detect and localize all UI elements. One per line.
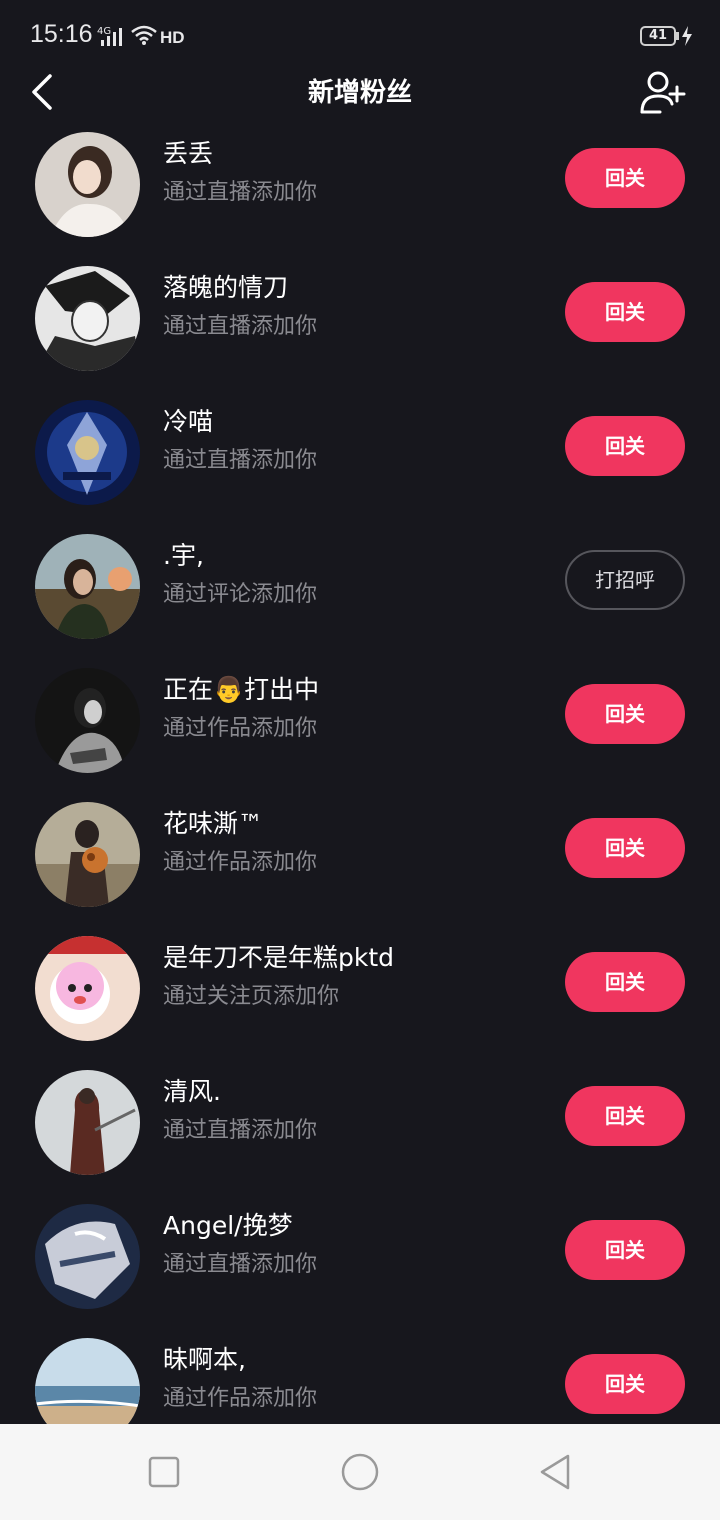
avatar[interactable] bbox=[35, 802, 140, 907]
signal-icon bbox=[101, 28, 122, 46]
fan-source: 通过直播添加你 bbox=[163, 180, 318, 205]
fan-source: 通过直播添加你 bbox=[163, 448, 318, 473]
fan-name: 丢丢 bbox=[163, 139, 214, 168]
fan-source: 通过直播添加你 bbox=[163, 314, 318, 339]
follow-back-button[interactable]: 回关 bbox=[565, 148, 685, 208]
avatar[interactable] bbox=[35, 1070, 140, 1175]
hd-label: HD bbox=[160, 28, 185, 47]
greet-button[interactable]: 打招呼 bbox=[565, 550, 685, 610]
list-item[interactable]: 正在👨打出中 通过作品添加你 回关 bbox=[0, 656, 720, 790]
follow-back-button[interactable]: 回关 bbox=[565, 952, 685, 1012]
avatar[interactable] bbox=[35, 668, 140, 773]
avatar[interactable] bbox=[35, 266, 140, 371]
avatar[interactable] bbox=[35, 534, 140, 639]
battery-tip bbox=[676, 32, 679, 40]
fan-name: Angel/挽梦 bbox=[163, 1211, 293, 1240]
list-item[interactable]: 丢丢 通过直播添加你 回关 bbox=[0, 120, 720, 254]
circle-home-icon[interactable] bbox=[340, 1452, 380, 1492]
list-item[interactable]: 冷喵 通过直播添加你 回关 bbox=[0, 388, 720, 522]
fan-source: 通过关注页添加你 bbox=[163, 984, 340, 1009]
fan-name: 昧啊本, bbox=[163, 1345, 246, 1374]
header: 新增粉丝 bbox=[0, 60, 720, 122]
list-item[interactable]: 落魄的情刀 通过直播添加你 回关 bbox=[0, 254, 720, 388]
fan-name: 冷喵 bbox=[163, 407, 214, 436]
fan-name: 正在👨打出中 bbox=[163, 675, 320, 704]
follow-back-button[interactable]: 回关 bbox=[565, 1354, 685, 1414]
fan-source: 通过直播添加你 bbox=[163, 1118, 318, 1143]
fan-name: 清风. bbox=[163, 1077, 221, 1106]
list-item[interactable]: 昧啊本, 通过作品添加你 回关 bbox=[0, 1326, 720, 1424]
fan-name: 花味澌™ bbox=[163, 809, 264, 838]
fan-name: .宇, bbox=[163, 541, 204, 570]
avatar[interactable] bbox=[35, 936, 140, 1041]
page-title: 新增粉丝 bbox=[307, 78, 412, 108]
follow-back-button[interactable]: 回关 bbox=[565, 416, 685, 476]
fan-source: 通过作品添加你 bbox=[163, 1386, 318, 1411]
wifi-icon bbox=[131, 25, 157, 45]
battery-icon: 41 bbox=[640, 26, 676, 46]
avatar[interactable] bbox=[35, 400, 140, 505]
new-fans-list[interactable]: 丢丢 通过直播添加你 回关 落魄的情刀 通过直播添加你 回关 冷喵 通过直播添加… bbox=[0, 120, 720, 1424]
list-item[interactable]: 是年刀不是年糕pktd 通过关注页添加你 回关 bbox=[0, 924, 720, 1058]
list-item[interactable]: .宇, 通过评论添加你 打招呼 bbox=[0, 522, 720, 656]
follow-back-button[interactable]: 回关 bbox=[565, 818, 685, 878]
follow-back-button[interactable]: 回关 bbox=[565, 1086, 685, 1146]
list-item[interactable]: 花味澌™ 通过作品添加你 回关 bbox=[0, 790, 720, 924]
fan-source: 通过作品添加你 bbox=[163, 850, 318, 875]
follow-back-button[interactable]: 回关 bbox=[565, 282, 685, 342]
triangle-back-icon[interactable] bbox=[536, 1452, 576, 1492]
fan-source: 通过作品添加你 bbox=[163, 716, 318, 741]
follow-back-button[interactable]: 回关 bbox=[565, 684, 685, 744]
avatar[interactable] bbox=[35, 1338, 140, 1424]
fan-source: 通过直播添加你 bbox=[163, 1252, 318, 1277]
fan-source: 通过评论添加你 bbox=[163, 582, 318, 607]
battery-level: 41 bbox=[648, 28, 668, 43]
square-recents-icon[interactable] bbox=[144, 1452, 184, 1492]
status-time: 15:16 bbox=[30, 20, 93, 48]
list-item[interactable]: Angel/挽梦 通过直播添加你 回关 bbox=[0, 1192, 720, 1326]
avatar[interactable] bbox=[35, 132, 140, 237]
add-user-button[interactable] bbox=[640, 70, 686, 114]
fan-name: 是年刀不是年糕pktd bbox=[163, 943, 395, 972]
avatar[interactable] bbox=[35, 1204, 140, 1309]
list-item[interactable]: 清风. 通过直播添加你 回关 bbox=[0, 1058, 720, 1192]
charging-icon bbox=[682, 26, 692, 46]
follow-back-button[interactable]: 回关 bbox=[565, 1220, 685, 1280]
system-nav-bar bbox=[0, 1424, 720, 1520]
fan-name: 落魄的情刀 bbox=[163, 273, 289, 302]
